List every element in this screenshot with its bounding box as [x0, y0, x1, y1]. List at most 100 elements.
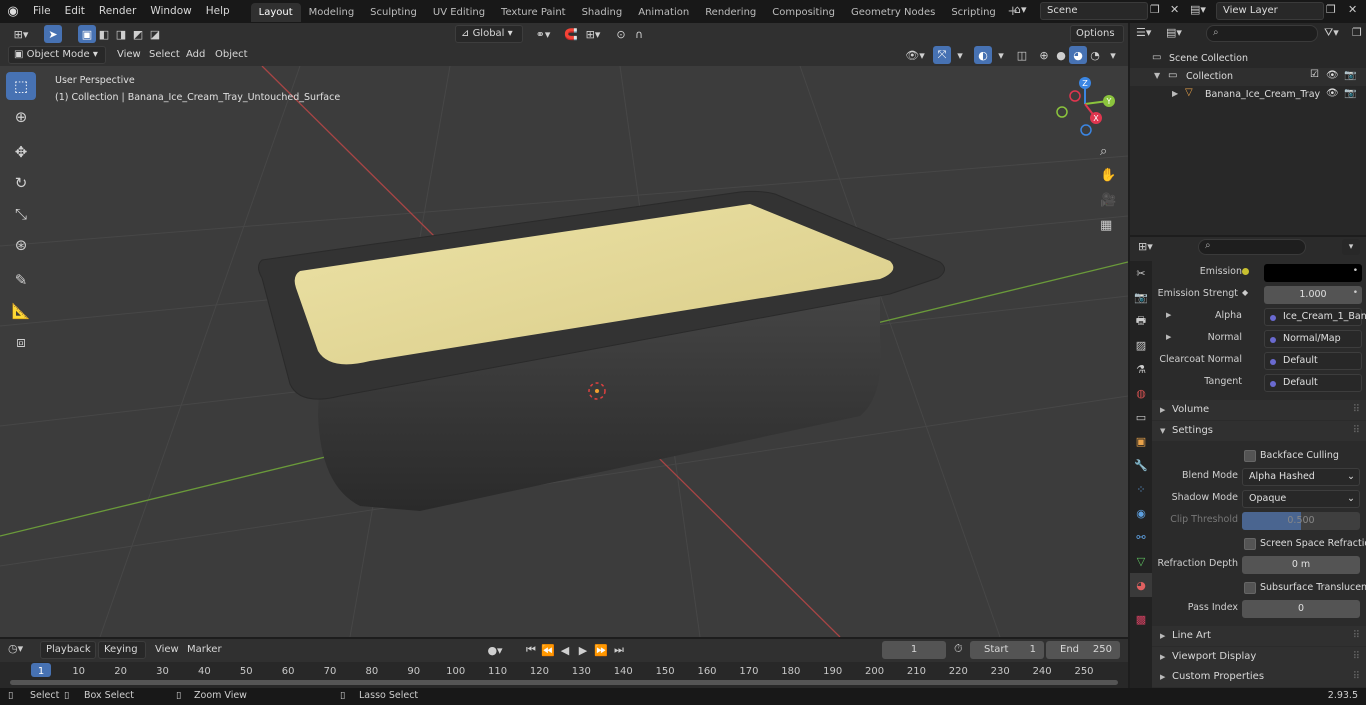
measure-tool-icon[interactable]: 📐 [6, 297, 36, 325]
pass-index-field[interactable]: 0 [1242, 600, 1360, 618]
material-preview-icon[interactable]: ◕ [1069, 46, 1087, 64]
playback-dropdown[interactable]: Playback ▾ [40, 641, 96, 671]
visibility-icon[interactable]: 👁▾ [902, 46, 928, 64]
jump-keyframe-forward-icon[interactable]: ⏩ [592, 641, 610, 659]
select-tool-icon[interactable]: ➤ [44, 25, 62, 43]
keyframe-dot-icon[interactable]: • [1353, 266, 1358, 276]
view-layer-selector[interactable]: View Layer [1216, 2, 1324, 20]
section-custom-properties[interactable]: ▶ Custom Properties ⠿ [1152, 667, 1366, 687]
play-reverse-icon[interactable]: ◀ [556, 641, 574, 659]
menu-object[interactable]: Object [210, 46, 253, 64]
copy-view-layer-icon[interactable]: ❐ [1326, 3, 1336, 16]
tangent-link-field[interactable]: Default [1264, 374, 1362, 392]
render-tab-icon[interactable]: 📷 [1130, 285, 1152, 309]
menu-window[interactable]: Window [143, 0, 198, 23]
select-new-icon[interactable]: ▣ [78, 25, 96, 43]
play-icon[interactable]: ▶ [574, 641, 592, 659]
render-camera-icon[interactable]: 📷 [1344, 70, 1356, 81]
mode-dropdown[interactable]: ▣ Object Mode ▾ [8, 46, 106, 64]
scene-icon[interactable]: ⌂▾ [1014, 3, 1027, 16]
timeline-menu-view[interactable]: View [150, 641, 184, 659]
properties-editor-icon[interactable]: ⊞▾ [1138, 240, 1153, 253]
menu-help[interactable]: Help [199, 0, 237, 23]
alpha-link-field[interactable]: Ice_Cream_1_Bana... [1264, 308, 1366, 326]
clearcoat-normal-link-field[interactable]: Default [1264, 352, 1362, 370]
snap-toggle-icon[interactable]: 🧲 [562, 25, 580, 43]
outliner-row-collection[interactable]: ▼ ▭ Collection ☑ 👁 📷 [1130, 68, 1366, 86]
rendered-shading-icon[interactable]: ◔ [1086, 46, 1104, 64]
select-box-tool-icon[interactable]: ⬚ [6, 72, 36, 100]
display-mode-icon[interactable]: ▤▾ [1166, 26, 1182, 39]
tab-sculpting[interactable]: Sculpting [362, 3, 425, 22]
normal-link-field[interactable]: Normal/Map [1264, 330, 1362, 348]
shading-dropdown-icon[interactable]: ▾ [1104, 46, 1122, 64]
tab-texture-paint[interactable]: Texture Paint [493, 3, 574, 22]
move-tool-icon[interactable]: ✥ [6, 138, 36, 166]
copy-scene-icon[interactable]: ❐ [1150, 3, 1160, 16]
tool-tab-icon[interactable]: ✂ [1130, 261, 1152, 285]
output-tab-icon[interactable]: 🖶 [1130, 309, 1152, 333]
menu-view[interactable]: View [112, 46, 146, 64]
properties-options-dropdown[interactable]: ▾ [1342, 239, 1360, 255]
world-tab-icon[interactable]: ◍ [1130, 381, 1152, 405]
scale-tool-icon[interactable]: ⤡ [6, 200, 36, 228]
overlay-dropdown-icon[interactable]: ▾ [992, 46, 1010, 64]
snap-target-icon[interactable]: ⊞▾ [580, 25, 606, 43]
visibility-eye-icon[interactable]: 👁 [1326, 70, 1339, 81]
drag-handle-icon[interactable]: ⠿ [1353, 626, 1360, 646]
proportional-edit-icon[interactable]: ⊙ [612, 25, 630, 43]
tab-compositing[interactable]: Compositing [764, 3, 843, 22]
transform-orientation-dropdown[interactable]: ⊿ Global ▾ [455, 25, 523, 43]
select-invert-icon[interactable]: ◩ [129, 25, 147, 43]
exclude-checkbox-icon[interactable]: ☑ [1310, 69, 1319, 80]
select-extend-icon[interactable]: ◧ [95, 25, 113, 43]
cursor-tool-icon[interactable]: ⊕ [6, 103, 36, 131]
pivot-point-icon[interactable]: ⚭▾ [530, 25, 556, 43]
timeline-menu-marker[interactable]: Marker [182, 641, 227, 659]
render-camera-icon[interactable]: 📷 [1344, 88, 1356, 99]
tab-uv-editing[interactable]: UV Editing [425, 3, 493, 22]
collection-tab-icon[interactable]: ▭ [1130, 405, 1152, 429]
blend-mode-dropdown[interactable]: Alpha Hashed ⌄ [1242, 468, 1360, 486]
drag-handle-icon[interactable]: ⠿ [1353, 400, 1360, 420]
outliner-editor-icon[interactable]: ☰▾ [1136, 26, 1151, 39]
outliner-row-scene-collection[interactable]: ▭ Scene Collection [1130, 50, 1366, 68]
emission-color-field[interactable] [1264, 264, 1362, 282]
shadow-mode-dropdown[interactable]: Opaque ⌄ [1242, 490, 1360, 508]
drag-handle-icon[interactable]: ⠿ [1353, 421, 1360, 441]
xray-toggle-icon[interactable]: ◫ [1013, 46, 1031, 64]
keying-dropdown[interactable]: Keying ▾ [98, 641, 146, 671]
current-frame-field[interactable]: 1 [882, 641, 946, 659]
tab-animation[interactable]: Animation [630, 3, 697, 22]
outliner-row-object[interactable]: ▶ ▽ Banana_Ice_Cream_Tray 👁 📷 [1130, 86, 1366, 104]
preview-range-icon[interactable]: ⏱ [954, 642, 963, 656]
overlay-toggle-icon[interactable]: ◐ [974, 46, 992, 64]
refraction-depth-field[interactable]: 0 m [1242, 556, 1360, 574]
material-tab-icon[interactable]: ◕ [1130, 573, 1152, 597]
wireframe-shading-icon[interactable]: ⊕ [1035, 46, 1053, 64]
select-subtract-icon[interactable]: ◨ [112, 25, 130, 43]
falloff-icon[interactable]: ∩ [630, 25, 648, 43]
outliner-search-input[interactable]: ⌕ [1206, 25, 1318, 42]
jump-start-icon[interactable]: ⏮ [522, 641, 540, 659]
menu-add[interactable]: Add [181, 46, 210, 64]
transform-tool-icon[interactable]: ⊛ [6, 231, 36, 259]
expand-arrow-icon[interactable]: ▶ [1172, 89, 1178, 98]
menu-file[interactable]: File [26, 0, 58, 23]
data-tab-icon[interactable]: ▽ [1130, 549, 1152, 573]
keyframe-dot-icon[interactable]: • [1353, 288, 1358, 298]
navigation-gizmo[interactable]: Z Y X [1050, 74, 1120, 144]
section-line-art[interactable]: ▶ Line Art ⠿ [1152, 626, 1366, 646]
emission-strength-field[interactable]: 1.000 [1264, 286, 1362, 304]
pan-view-icon[interactable]: ✋ [1100, 168, 1116, 183]
remove-scene-icon[interactable]: ✕ [1170, 3, 1179, 16]
blender-logo-icon[interactable]: ◉ [0, 4, 26, 19]
expand-arrow-icon[interactable]: ▶ [1166, 333, 1171, 341]
section-volume[interactable]: ▶ Volume ⠿ [1152, 400, 1366, 420]
expand-arrow-icon[interactable]: ▶ [1166, 311, 1171, 319]
filter-icon[interactable]: ⛛▾ [1324, 26, 1339, 40]
view-layer-tab-icon[interactable]: ▨ [1130, 333, 1152, 357]
ortho-toggle-icon[interactable]: ▦ [1100, 218, 1112, 233]
menu-select[interactable]: Select [144, 46, 185, 64]
tab-scripting[interactable]: Scripting [943, 3, 1003, 22]
